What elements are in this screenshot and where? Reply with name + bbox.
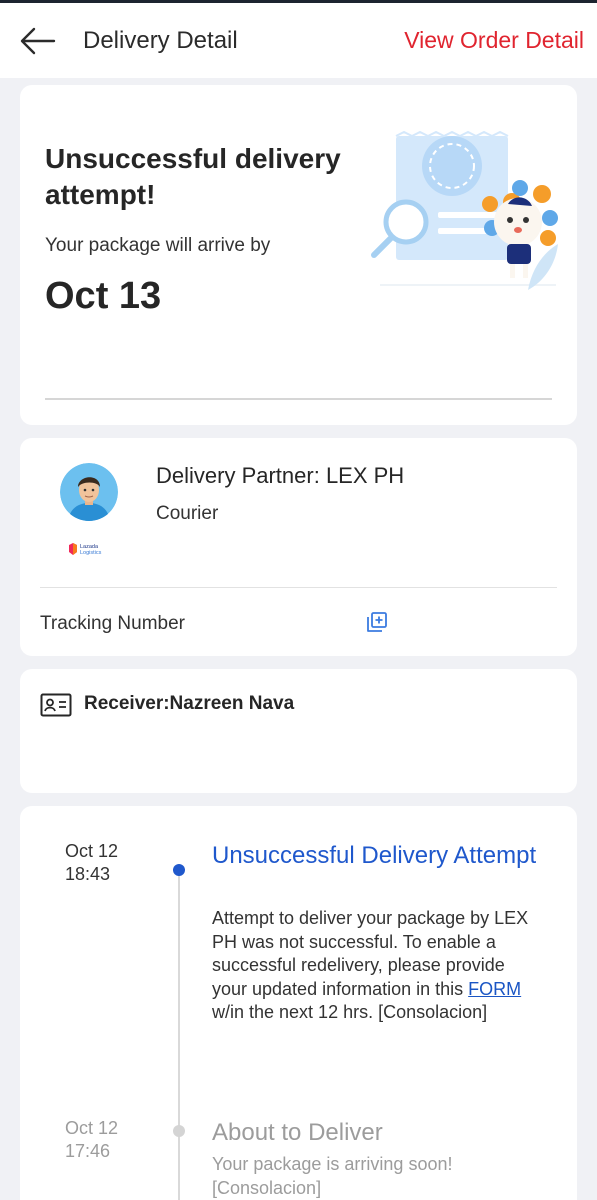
event-description: Attempt to deliver your package by LEX P… [212, 907, 532, 1025]
id-card-icon [40, 693, 72, 717]
event-time: 18:43 [65, 864, 111, 884]
event-title: Unsuccessful Delivery Attempt [212, 842, 537, 869]
logo-text-line2: Logistics [80, 550, 102, 556]
tracking-timeline-card: Oct 12 18:43 Unsuccessful Delivery Attem… [20, 806, 577, 1200]
view-order-detail-link[interactable]: View Order Detail [404, 27, 584, 54]
back-arrow-icon [20, 27, 56, 55]
delivery-status-card: Unsuccessful delivery attempt! Your pack… [20, 85, 577, 425]
event-datetime: Oct 12 17:46 [65, 1117, 155, 1163]
receiver-card: Receiver:Nazreen Nava [20, 669, 577, 793]
unsuccessful-delivery-illustration [371, 130, 558, 290]
event-date: Oct 12 [65, 841, 119, 861]
timeline-dot [173, 1125, 185, 1137]
timeline-dot-active [173, 864, 185, 876]
arrival-date: Oct 13 [45, 275, 162, 317]
status-title: Unsuccessful delivery attempt! [45, 143, 341, 210]
status-divider [45, 398, 552, 400]
lazada-logistics-logo: Lazada Logistics [67, 541, 113, 557]
event-description-text-end: w/in the next 12 hrs. [Consolacion] [212, 1002, 488, 1022]
page-title: Delivery Detail [83, 27, 238, 54]
copy-icon[interactable] [365, 610, 389, 634]
tracking-number-label: Tracking Number [40, 613, 186, 634]
partner-divider [40, 587, 557, 588]
timeline-line [178, 870, 180, 1200]
delivery-partner-card: Lazada Logistics Delivery Partner: LEX P… [20, 438, 577, 656]
app-header: Delivery Detail View Order Detail [0, 3, 597, 78]
back-button[interactable] [18, 25, 58, 57]
event-time: 17:46 [65, 1141, 111, 1161]
event-title: About to Deliver [212, 1119, 383, 1146]
delivery-partner-name: Delivery Partner: LEX PH [156, 463, 405, 488]
courier-avatar [60, 463, 118, 521]
delivery-partner-role: Courier [156, 503, 219, 524]
event-datetime: Oct 12 18:43 [65, 840, 155, 886]
arrival-subtitle: Your package will arrive by [45, 235, 271, 256]
receiver-name: Receiver:Nazreen Nava [84, 693, 295, 714]
event-description: Your package is arriving soon! [Consolac… [212, 1154, 453, 1198]
form-link[interactable]: FORM [468, 979, 521, 999]
event-date: Oct 12 [65, 1118, 119, 1138]
